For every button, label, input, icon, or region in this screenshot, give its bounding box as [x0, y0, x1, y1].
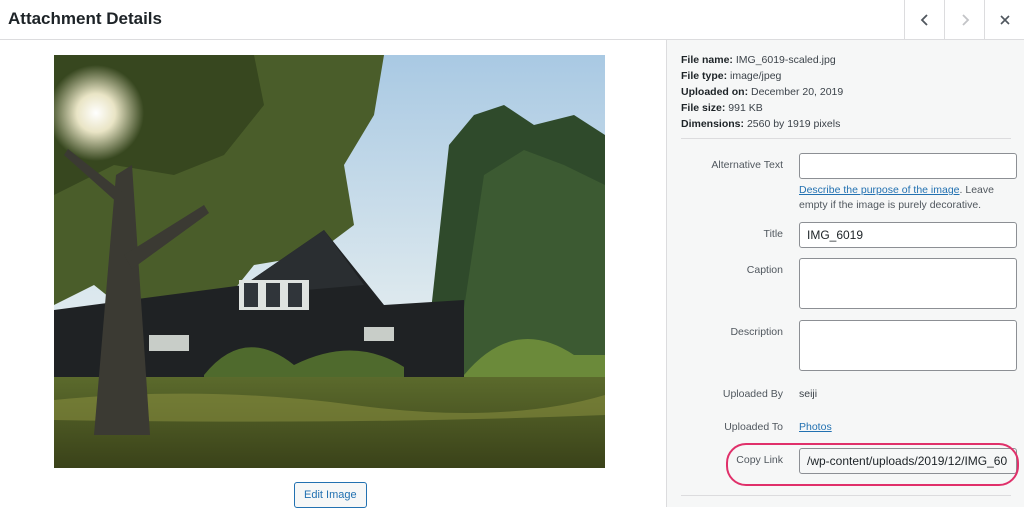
chevron-left-icon [920, 13, 928, 26]
file-type-row: File type: image/jpeg [681, 70, 782, 82]
file-details: File name: IMG_6019-scaled.jpg File type… [681, 52, 843, 132]
attachment-info-panel: File name: IMG_6019-scaled.jpg File type… [666, 40, 1024, 507]
chevron-right-icon [961, 13, 969, 26]
alt-text-label: Alternative Text [711, 159, 783, 171]
modal-header: Attachment Details [0, 0, 1024, 40]
file-size-row: File size: 991 KB [681, 102, 763, 114]
divider [681, 138, 1011, 139]
title-input[interactable] [799, 222, 1017, 248]
description-textarea[interactable] [799, 320, 1017, 371]
caption-textarea[interactable] [799, 258, 1017, 309]
copy-link-label: Copy Link [736, 454, 783, 466]
close-button[interactable] [984, 0, 1024, 39]
caption-label: Caption [746, 264, 783, 276]
title-label: Title [763, 228, 783, 240]
alt-text-input[interactable] [799, 153, 1017, 179]
divider [681, 495, 1011, 496]
attachment-image [54, 55, 605, 468]
alt-help-link[interactable]: Describe the purpose of the image [799, 184, 960, 196]
page-title: Attachment Details [8, 9, 162, 28]
file-name-value: IMG_6019-scaled.jpg [735, 54, 836, 66]
alt-text-help: Describe the purpose of the image. Leave… [799, 183, 1019, 213]
uploaded-to-link[interactable]: Photos [799, 421, 832, 433]
dimensions-row: Dimensions: 2560 by 1919 pixels [681, 118, 841, 130]
next-button[interactable] [944, 0, 984, 39]
file-name-row: File name: IMG_6019-scaled.jpg [681, 54, 836, 66]
uploaded-on-value: December 20, 2019 [751, 86, 844, 98]
dimensions-value: 2560 by 1919 pixels [746, 118, 841, 130]
previous-button[interactable] [904, 0, 944, 39]
uploaded-to-label: Uploaded To [724, 421, 783, 433]
uploaded-on-row: Uploaded on: December 20, 2019 [681, 86, 844, 98]
edit-image-button[interactable]: Edit Image [294, 482, 367, 508]
close-icon [999, 14, 1010, 25]
attachment-media-view: Edit Image [0, 40, 666, 508]
uploaded-by-value: seiji [799, 388, 818, 400]
description-label: Description [730, 326, 783, 338]
uploaded-by-label: Uploaded By [722, 388, 783, 400]
copy-link-input[interactable] [799, 448, 1017, 474]
file-size-value: 991 KB [728, 102, 763, 114]
file-type-value: image/jpeg [730, 70, 782, 82]
